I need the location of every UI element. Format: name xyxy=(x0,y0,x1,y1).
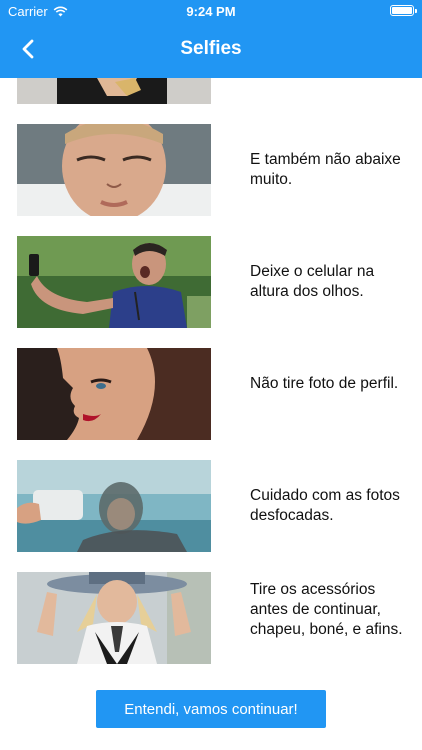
app-bar: Carrier 9:24 PM Selfies xyxy=(0,0,422,78)
tip-caption-2: Deixe o celular na altura dos olhos. xyxy=(250,263,375,300)
tip-photo-5 xyxy=(17,572,211,664)
tip-photo-3 xyxy=(17,348,211,440)
tip-caption-4: Cuidado com as fotos desfocadas. xyxy=(250,487,400,524)
tip-caption-3: Não tire foto de perfil. xyxy=(250,375,399,392)
continue-button[interactable]: Entendi, vamos continuar! xyxy=(96,690,326,728)
status-bar: Carrier 9:24 PM xyxy=(0,0,422,22)
tip-photo-4 xyxy=(17,460,211,552)
tip-photo-partial xyxy=(17,78,211,104)
tip-photo-2 xyxy=(17,236,211,328)
selfies-screen: Carrier 9:24 PM Selfies E também não aba… xyxy=(0,0,422,750)
status-time: 9:24 PM xyxy=(186,4,236,19)
battery-icon xyxy=(390,5,417,16)
tip-caption-5: Tire os acessórios antes de continuar, c… xyxy=(250,581,403,638)
tip-caption-1: E também não abaixe muito. xyxy=(250,151,401,188)
page-title: Selfies xyxy=(180,38,242,59)
tip-photo-1 xyxy=(17,124,211,216)
